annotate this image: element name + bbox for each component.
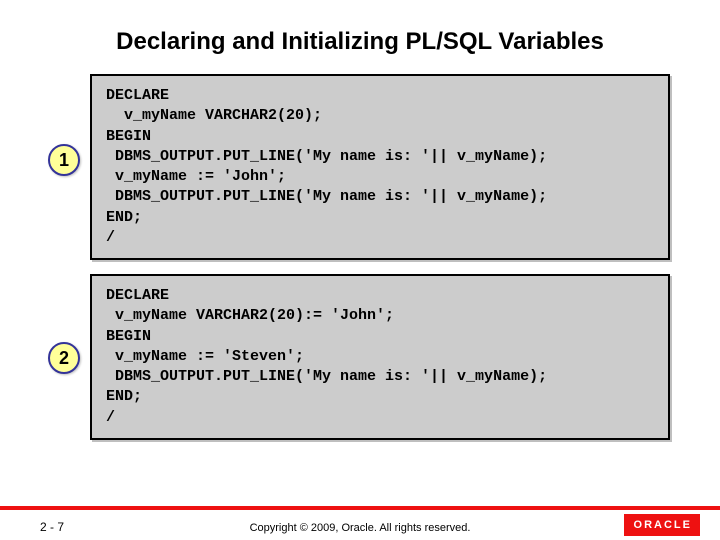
- oracle-logo: ORACLE: [624, 514, 700, 536]
- footer-divider: [0, 506, 720, 510]
- code-block-1: DECLARE v_myName VARCHAR2(20); BEGIN DBM…: [90, 74, 670, 260]
- slide-title: Declaring and Initializing PL/SQL Variab…: [0, 0, 720, 74]
- code-block-2: DECLARE v_myName VARCHAR2(20):= 'John'; …: [90, 274, 670, 440]
- content-area: DECLARE v_myName VARCHAR2(20); BEGIN DBM…: [0, 74, 720, 440]
- slide-container: Declaring and Initializing PL/SQL Variab…: [0, 0, 720, 540]
- copyright-text: Copyright © 2009, Oracle. All rights res…: [0, 522, 720, 534]
- footer: 2 - 7 Copyright © 2009, Oracle. All righ…: [0, 498, 720, 540]
